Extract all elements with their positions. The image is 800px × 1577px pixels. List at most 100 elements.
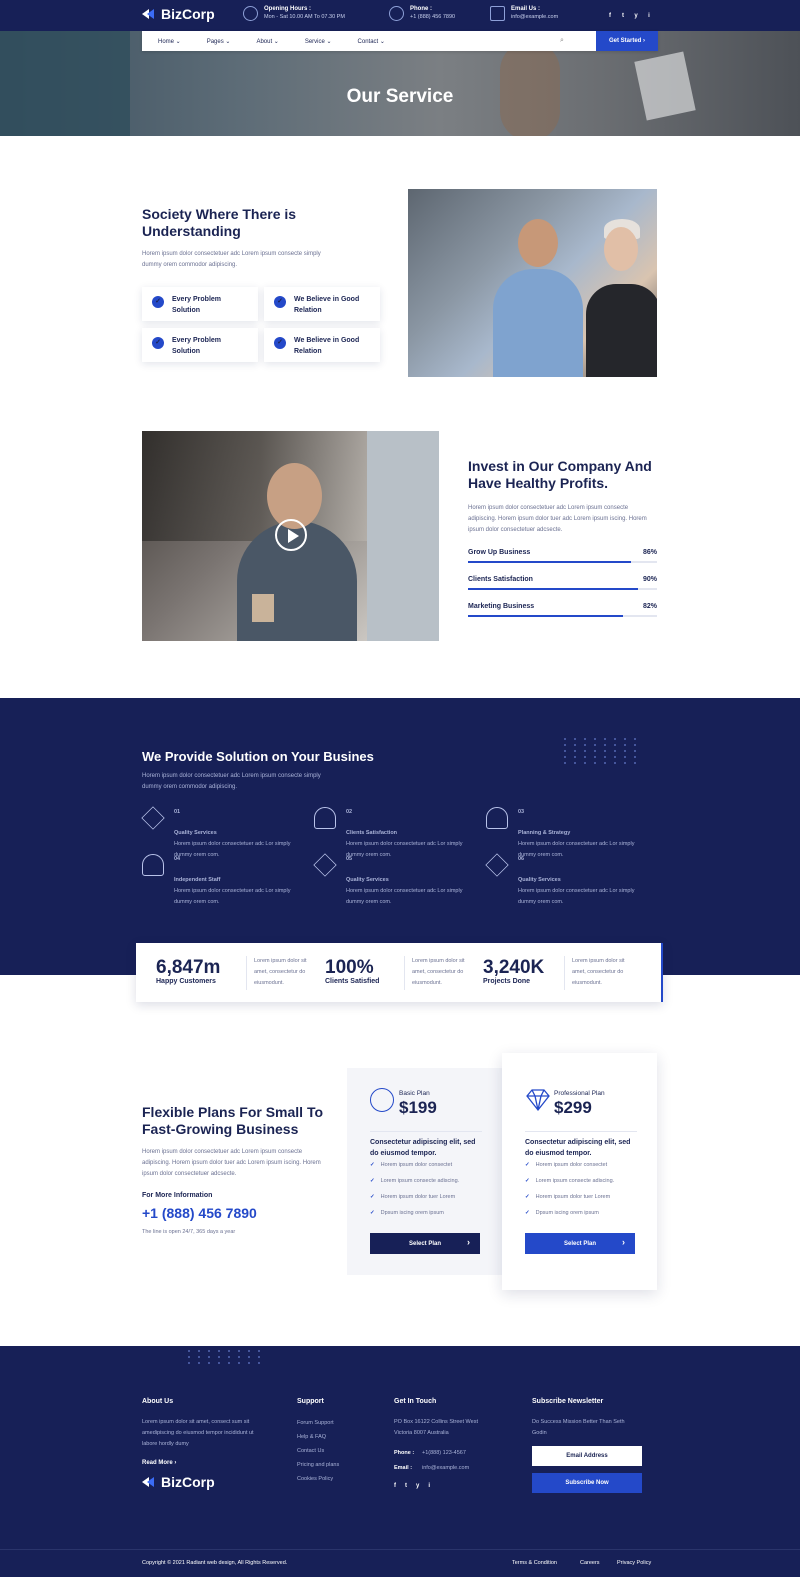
service-item[interactable]: 04 Independent Staff Horem ipsum dolor co… <box>142 854 302 908</box>
youtube-icon[interactable]: y <box>416 1483 419 1489</box>
play-video-icon[interactable] <box>275 519 307 551</box>
footer-email[interactable]: info@example.com <box>422 1465 469 1471</box>
plan-subtitle: Consectetur adipiscing elit, sed do eius… <box>525 1131 637 1159</box>
terms-link[interactable]: Terms & Condition <box>512 1560 557 1566</box>
feature-label: We Believe in Good Relation <box>294 296 360 314</box>
twitter-icon[interactable]: t <box>619 12 627 20</box>
footer-phone[interactable]: +1(888) 123-4567 <box>422 1450 466 1456</box>
footer-link[interactable]: Pricing and plans <box>297 1462 339 1468</box>
invest-title: Invest in Our Company And Have Healthy P… <box>468 458 652 491</box>
plan-name: Professional Plan <box>554 1090 605 1097</box>
footer-social: f t y i <box>394 1483 430 1489</box>
about-title: Society Where There is Understanding <box>142 206 297 239</box>
nav-home[interactable]: Home <box>158 38 181 45</box>
strategy-icon <box>486 807 508 829</box>
progress-fill <box>468 588 639 590</box>
nav-about[interactable]: About <box>256 38 278 45</box>
decorative-dots <box>564 738 640 764</box>
facebook-icon[interactable]: f <box>606 12 614 20</box>
progress-grow-up-business: Grow Up Business 86% <box>468 549 657 563</box>
instagram-icon[interactable]: i <box>645 12 653 20</box>
footer-link[interactable]: Contact Us <box>297 1448 324 1454</box>
brand-logo[interactable]: BizCorp <box>142 6 215 22</box>
team-photo <box>408 189 657 377</box>
email-label: Email : <box>394 1465 413 1471</box>
footer-logo[interactable]: BizCorp <box>142 1474 215 1490</box>
about-us-heading: About Us <box>142 1398 174 1405</box>
footer-divider <box>0 1549 800 1550</box>
select-plan-button[interactable]: Select Plan <box>525 1233 635 1254</box>
service-item[interactable]: 03 Planning & Strategy Horem ipsum dolor … <box>486 807 646 861</box>
select-plan-button[interactable]: Select Plan <box>370 1233 480 1254</box>
support-heading: Support <box>297 1398 324 1405</box>
twitter-icon[interactable]: t <box>405 1483 407 1489</box>
footer-link[interactable]: Cookies Policy <box>297 1476 333 1482</box>
get-in-touch-heading: Get In Touch <box>394 1398 437 1405</box>
email-title: Email Us : <box>511 6 541 12</box>
phone-icon <box>389 6 404 21</box>
pricing-title: Flexible Plans For Small To Fast-Growing… <box>142 1104 324 1137</box>
get-started-button[interactable]: Get Started › <box>596 31 658 51</box>
plan-feature: Horem ipsum dolor tuer Lorem <box>525 1194 614 1210</box>
youtube-icon[interactable]: y <box>632 12 640 20</box>
read-more-link[interactable]: Read More › <box>142 1460 176 1466</box>
check-icon: ✓ <box>274 337 286 349</box>
nav-contact[interactable]: Contact <box>358 38 385 45</box>
plan-price: $299 <box>554 1098 592 1117</box>
page-title: Our Service <box>346 86 454 107</box>
progress-fill <box>468 615 623 617</box>
careers-link[interactable]: Careers <box>580 1560 600 1566</box>
progress-value: 86% <box>642 549 657 556</box>
globe-icon <box>370 1088 394 1112</box>
newsletter-email-input[interactable]: Email Address <box>532 1446 642 1466</box>
email-value[interactable]: info@example.com <box>511 13 558 22</box>
service-item[interactable]: 05 Quality Services Horem ipsum dolor con… <box>313 853 474 908</box>
progress-clients-satisfaction: Clients Satisfaction 90% <box>468 576 657 590</box>
footer-link[interactable]: Help & FAQ <box>297 1434 326 1440</box>
plan-feature: Dpsum iscing orem ipsum <box>370 1210 459 1226</box>
check-icon: ✓ <box>152 337 164 349</box>
progress-label: Grow Up Business <box>468 549 531 556</box>
subscribe-button[interactable]: Subscribe Now <box>532 1473 642 1493</box>
progress-value: 90% <box>642 576 657 583</box>
instagram-icon[interactable]: i <box>428 1483 430 1489</box>
service-item[interactable]: 01 Quality Services Horem ipsum dolor con… <box>141 806 302 861</box>
layers-icon <box>313 853 337 877</box>
service-item[interactable]: 06 Quality Services Horem ipsum dolor con… <box>485 853 646 908</box>
plan-subtitle: Consectetur adipiscing elit, sed do eius… <box>370 1131 482 1159</box>
nav-service[interactable]: Service <box>305 38 332 45</box>
feature-card: ✓ Every Problem Solution <box>142 287 258 321</box>
plan-feature: Dpsum iscing orem ipsum <box>525 1210 614 1226</box>
footer: About Us Lorem ipsum dolor sit amet, con… <box>0 1346 800 1577</box>
solutions-section: We Provide Solution on Your Busines Hore… <box>0 698 800 975</box>
stat-clients-satisfied: 100% Clients Satisfied <box>325 957 380 986</box>
pricing-phone[interactable]: +1 (888) 456 7890 <box>142 1205 257 1221</box>
privacy-link[interactable]: Privacy Policy <box>617 1560 651 1566</box>
brand-name: BizCorp <box>161 6 215 22</box>
phone-value[interactable]: +1 (888) 456 7890 <box>410 13 455 22</box>
progress-label: Marketing Business <box>468 603 535 610</box>
solutions-text: Horem ipsum dolor consectetuer adc Lorem… <box>142 773 321 790</box>
footer-link[interactable]: Forum Support <box>297 1420 334 1426</box>
nav-pages[interactable]: Pages <box>207 38 231 45</box>
info-label: For More Information <box>142 1192 213 1199</box>
solutions-title: We Provide Solution on Your Busines <box>142 749 374 764</box>
social-links: f t y i <box>606 12 653 20</box>
logo-mark-icon <box>142 8 156 20</box>
logo-mark-icon <box>142 1476 156 1488</box>
stat-projects-done: 3,240K Projects Done <box>483 957 545 986</box>
stat-happy-customers: 6,847m Happy Customers <box>156 957 221 986</box>
stat-description: Lorem ipsum dolor sit amet, consectetur … <box>254 958 307 986</box>
stat-description: Lorem ipsum dolor sit amet, consectetur … <box>572 958 625 986</box>
check-icon: ✓ <box>152 296 164 308</box>
plan-name: Basic Plan <box>399 1090 430 1097</box>
service-item[interactable]: 02 Clients Satisfaction Horem ipsum dolor… <box>314 807 474 861</box>
phone-title: Phone : <box>410 6 432 12</box>
facebook-icon[interactable]: f <box>394 1483 396 1489</box>
progress-value: 82% <box>642 603 657 610</box>
search-icon[interactable]: ⌕ <box>560 37 564 45</box>
layers-icon <box>485 853 509 877</box>
clock-icon <box>243 6 258 21</box>
mail-icon <box>490 6 505 21</box>
phone-info: Phone : +1 (888) 456 7890 <box>389 5 455 22</box>
